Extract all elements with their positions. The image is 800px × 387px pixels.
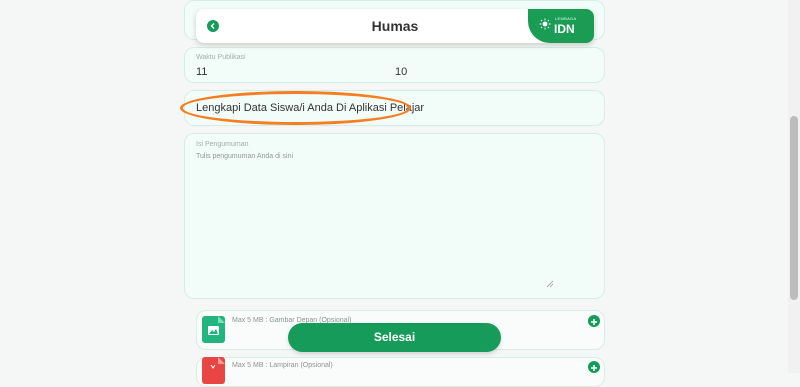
add-front-image-button[interactable] (588, 315, 600, 327)
publication-hour-value[interactable]: 11 (196, 66, 207, 78)
scrollbar-thumb[interactable] (790, 116, 798, 300)
pdf-file-icon (202, 357, 225, 384)
announcement-content-label: Isi Pengumuman (196, 141, 249, 148)
attachment-upload-label: Max 5 MB : Lampiran (Opsional) (232, 362, 333, 369)
highlight-annotation (180, 91, 411, 125)
top-app-bar: Humas LEMBAGA IDN (196, 9, 594, 43)
resize-handle-icon[interactable] (546, 280, 554, 288)
announcement-content-placeholder: Tulis pengumuman Anda di sini (196, 153, 294, 160)
brand-logo: LEMBAGA IDN (528, 9, 594, 43)
sun-logo-icon (539, 18, 551, 30)
add-attachment-button[interactable] (588, 361, 600, 373)
submit-button[interactable]: Selesai (288, 323, 501, 352)
publication-time-label: Waktu Publikasi (196, 54, 246, 61)
brand-subtitle: LEMBAGA (555, 16, 577, 21)
scrollbar-track[interactable] (788, 0, 800, 373)
brand-name: IDN (554, 22, 575, 36)
image-file-icon (202, 316, 225, 343)
publication-minute-value[interactable]: 10 (395, 66, 407, 78)
